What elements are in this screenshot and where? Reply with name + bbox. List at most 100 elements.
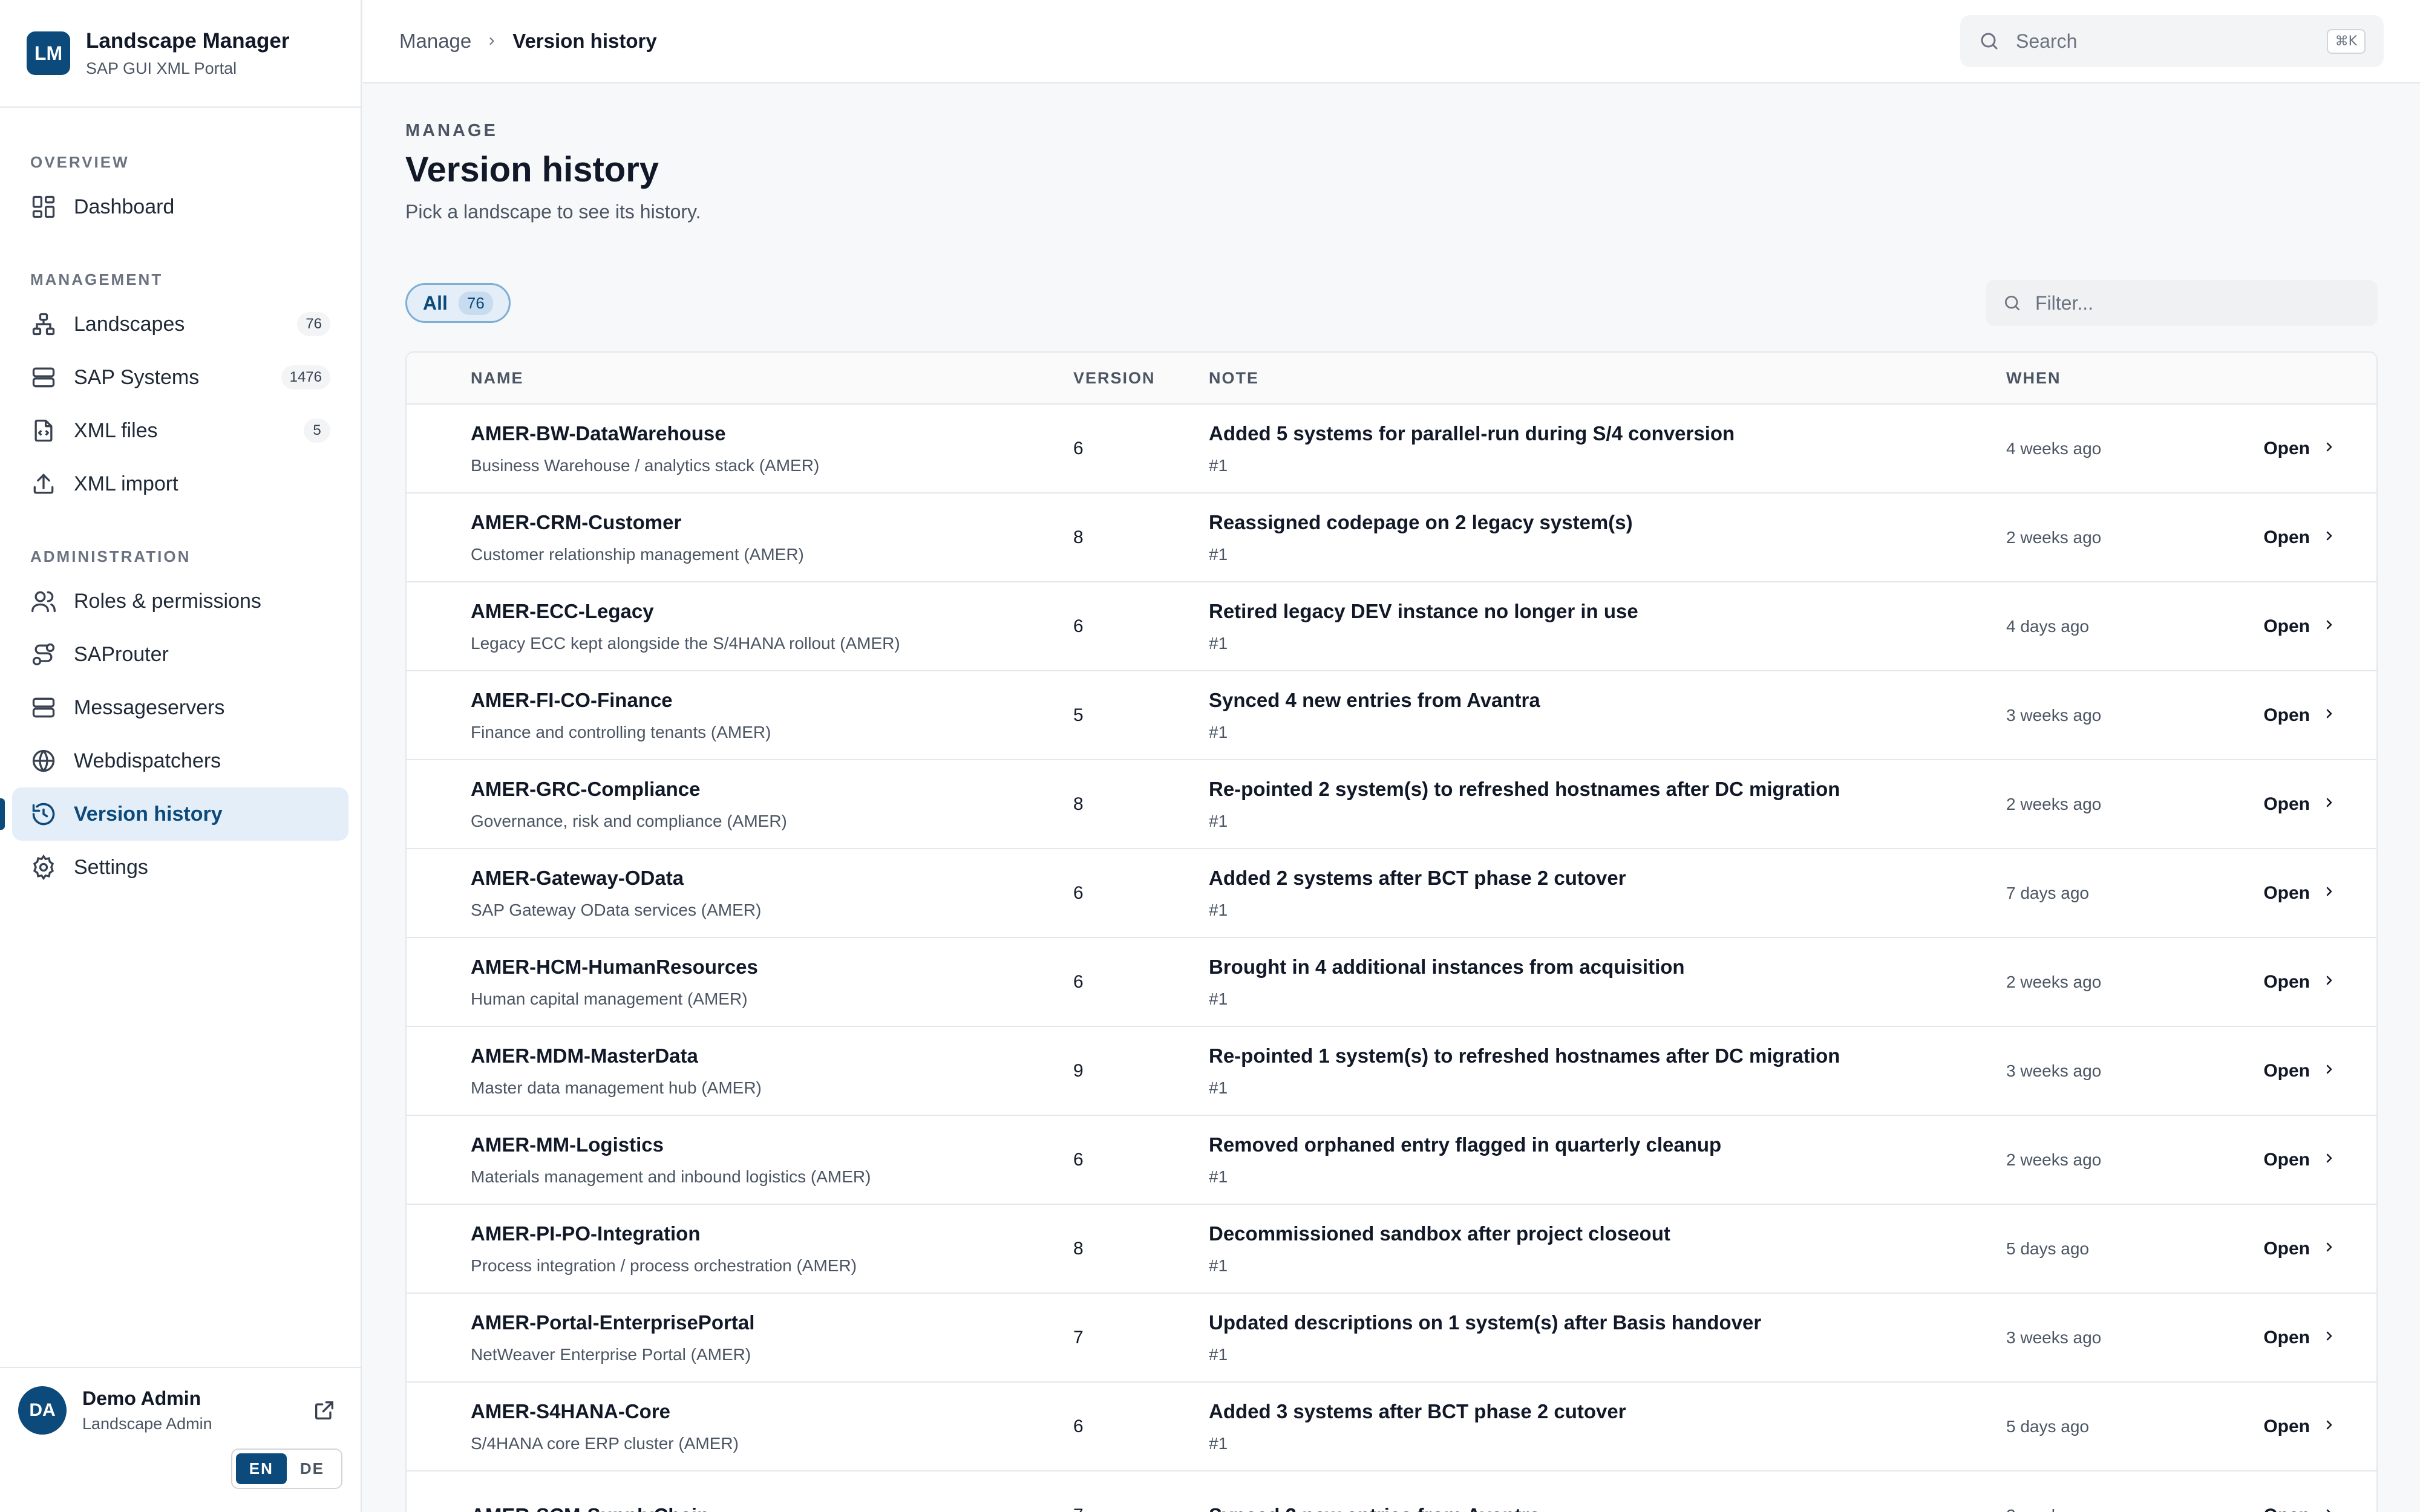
row-version: 6 <box>1073 1149 1084 1170</box>
topbar: Manage Version history ⌘K <box>363 0 2420 83</box>
filter-input[interactable] <box>2035 292 2361 314</box>
external-link-icon[interactable] <box>312 1398 336 1422</box>
filter-all-count: 76 <box>458 291 493 315</box>
gear-icon <box>30 854 57 881</box>
table-row[interactable]: AMER-FI-CO-Finance Finance and controlli… <box>407 671 2376 760</box>
row-version-cell: 5 <box>1073 705 1209 726</box>
open-button[interactable]: Open <box>2263 705 2337 726</box>
sidebar-item-settings[interactable]: Settings <box>12 841 348 894</box>
row-action-cell: Open <box>2230 1328 2376 1348</box>
row-tag: #1 <box>1209 633 1228 653</box>
sidebar-item-count: 1476 <box>281 365 330 389</box>
sidebar-item-messageservers[interactable]: Messageservers <box>12 681 348 734</box>
row-name: AMER-ECC-Legacy <box>471 599 654 622</box>
row-when: 3 weeks ago <box>2006 1061 2102 1080</box>
table-row[interactable]: AMER-S4HANA-Core S/4HANA core ERP cluste… <box>407 1383 2376 1471</box>
filter-all-pill[interactable]: All 76 <box>405 283 511 323</box>
column-header-name[interactable]: NAME <box>407 369 1073 388</box>
search-input[interactable] <box>2016 30 2327 53</box>
sidebar-item-dashboard[interactable]: Dashboard <box>12 180 348 233</box>
sidebar-item-landscapes[interactable]: Landscapes 76 <box>12 298 348 351</box>
open-button-label: Open <box>2263 1327 2310 1347</box>
filter-box[interactable] <box>1986 280 2378 326</box>
row-description: Materials management and inbound logisti… <box>471 1167 871 1186</box>
open-button[interactable]: Open <box>2263 883 2337 904</box>
chevron-right-icon <box>2310 972 2337 992</box>
sidebar-item-label: Version history <box>74 802 223 826</box>
row-version: 7 <box>1073 1327 1084 1347</box>
user-text: Demo Admin Landscape Admin <box>82 1387 312 1433</box>
row-note: Re-pointed 2 system(s) to refreshed host… <box>1209 777 1840 800</box>
sidebar-item-saprouter[interactable]: SAProuter <box>12 628 348 681</box>
column-header-when[interactable]: WHEN <box>2006 369 2230 388</box>
open-button[interactable]: Open <box>2263 438 2337 459</box>
table-row[interactable]: AMER-SCM-SupplyChain 7 Synced 2 new entr… <box>407 1471 2376 1512</box>
row-note-cell: Decommissioned sandbox after project clo… <box>1209 1222 2006 1276</box>
row-tag: #1 <box>1209 1167 1228 1186</box>
sidebar-item-version-history[interactable]: Version history <box>0 787 348 841</box>
row-note-cell: Re-pointed 2 system(s) to refreshed host… <box>1209 778 2006 831</box>
lang-en-button[interactable]: EN <box>235 1453 287 1484</box>
chevron-right-icon <box>2310 794 2337 815</box>
table-row[interactable]: AMER-PI-PO-Integration Process integrati… <box>407 1205 2376 1294</box>
sidebar-nav: OVERVIEW Dashboard MANAGEMENT Landscapes… <box>0 145 361 894</box>
row-when: 2 weeks ago <box>2006 794 2102 813</box>
column-header-version[interactable]: VERSION <box>1073 369 1209 388</box>
row-note-cell: Brought in 4 additional instances from a… <box>1209 956 2006 1009</box>
open-button[interactable]: Open <box>2263 794 2337 815</box>
row-when-cell: 2 weeks ago <box>2006 973 2230 992</box>
row-description: SAP Gateway OData services (AMER) <box>471 900 762 919</box>
column-header-note[interactable]: NOTE <box>1209 369 2006 388</box>
sidebar-item-xml-import[interactable]: XML import <box>12 457 348 510</box>
sidebar-item-label: Landscapes <box>74 312 185 336</box>
page-title: Version history <box>405 150 659 189</box>
open-button[interactable]: Open <box>2263 1061 2337 1081</box>
user-name: Demo Admin <box>82 1387 201 1409</box>
open-button[interactable]: Open <box>2263 972 2337 992</box>
row-when: 2 weeks ago <box>2006 972 2102 991</box>
open-button[interactable]: Open <box>2263 1150 2337 1170</box>
table-row[interactable]: AMER-ECC-Legacy Legacy ECC kept alongsid… <box>407 582 2376 671</box>
row-note: Removed orphaned entry flagged in quarte… <box>1209 1133 1722 1156</box>
open-button[interactable]: Open <box>2263 1328 2337 1348</box>
route-icon <box>30 641 57 668</box>
table-row[interactable]: AMER-MDM-MasterData Master data manageme… <box>407 1027 2376 1116</box>
open-button-label: Open <box>2263 438 2310 458</box>
row-when-cell: 3 weeks ago <box>2006 1061 2230 1081</box>
open-button[interactable]: Open <box>2263 1416 2337 1437</box>
sidebar-item-webdispatchers[interactable]: Webdispatchers <box>12 734 348 787</box>
open-button[interactable]: Open <box>2263 1505 2337 1512</box>
lang-de-button[interactable]: DE <box>287 1453 338 1484</box>
table-row[interactable]: AMER-Portal-EnterprisePortal NetWeaver E… <box>407 1294 2376 1383</box>
row-action-cell: Open <box>2230 1061 2376 1081</box>
sidebar-item-roles-permissions[interactable]: Roles & permissions <box>12 575 348 628</box>
table-row[interactable]: AMER-Gateway-OData SAP Gateway OData ser… <box>407 849 2376 938</box>
brand[interactable]: LM Landscape Manager SAP GUI XML Portal <box>0 0 361 108</box>
open-button-label: Open <box>2263 1416 2310 1436</box>
row-name-cell: AMER-PI-PO-Integration Process integrati… <box>407 1222 1073 1276</box>
row-description: Master data management hub (AMER) <box>471 1078 762 1097</box>
global-search[interactable]: ⌘K <box>1960 15 2384 67</box>
table-row[interactable]: AMER-GRC-Compliance Governance, risk and… <box>407 760 2376 849</box>
open-button[interactable]: Open <box>2263 616 2337 637</box>
row-note-cell: Synced 2 new entries from Avantra <box>1209 1504 2006 1512</box>
open-button[interactable]: Open <box>2263 527 2337 548</box>
open-button[interactable]: Open <box>2263 1239 2337 1259</box>
sidebar-item-xml-files[interactable]: XML files 5 <box>12 404 348 457</box>
sidebar-item-label: Dashboard <box>74 195 175 218</box>
breadcrumb-parent[interactable]: Manage <box>399 30 471 53</box>
row-action-cell: Open <box>2230 1416 2376 1437</box>
table-row[interactable]: AMER-BW-DataWarehouse Business Warehouse… <box>407 405 2376 494</box>
table-row[interactable]: AMER-CRM-Customer Customer relationship … <box>407 494 2376 582</box>
open-button-label: Open <box>2263 1060 2310 1081</box>
row-note-cell: Added 3 systems after BCT phase 2 cutove… <box>1209 1400 2006 1453</box>
row-description: NetWeaver Enterprise Portal (AMER) <box>471 1344 751 1364</box>
table-row[interactable]: AMER-HCM-HumanResources Human capital ma… <box>407 938 2376 1027</box>
row-name-cell: AMER-BW-DataWarehouse Business Warehouse… <box>407 422 1073 475</box>
row-note: Added 2 systems after BCT phase 2 cutove… <box>1209 866 1626 889</box>
main-content: MANAGE Version history Pick a landscape … <box>405 83 2378 1512</box>
sidebar-item-sap-systems[interactable]: SAP Systems 1476 <box>12 351 348 404</box>
table-row[interactable]: AMER-MM-Logistics Materials management a… <box>407 1116 2376 1205</box>
chevron-right-icon <box>2310 1150 2337 1170</box>
chevron-right-icon <box>2310 616 2337 637</box>
